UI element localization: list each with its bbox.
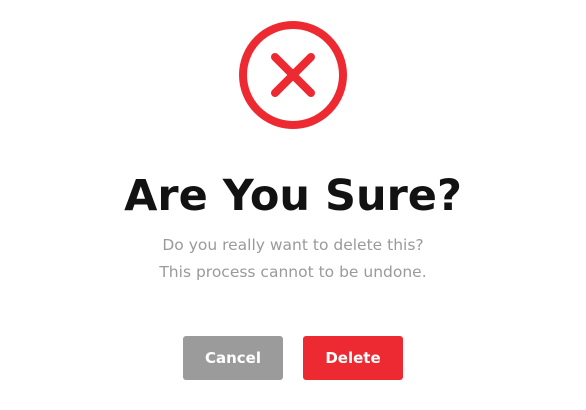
- close-circle-icon: [238, 20, 348, 130]
- cancel-button[interactable]: Cancel: [183, 336, 283, 380]
- dialog-message: Do you really want to delete this? This …: [0, 232, 586, 286]
- dialog-message-line: This process cannot to be undone.: [159, 263, 427, 281]
- delete-button[interactable]: Delete: [303, 336, 403, 380]
- confirm-delete-dialog: Are You Sure? Do you really want to dele…: [0, 0, 586, 410]
- dialog-title: Are You Sure?: [124, 171, 462, 221]
- dialog-message-line: Do you really want to delete this?: [162, 236, 424, 254]
